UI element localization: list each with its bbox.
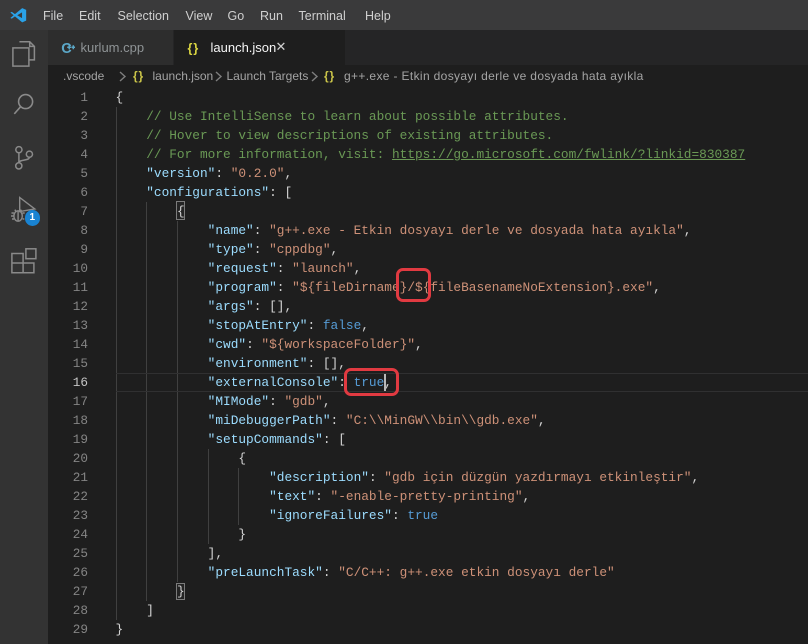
svg-text:{}: {} bbox=[187, 41, 199, 55]
svg-text:C: C bbox=[61, 41, 72, 56]
